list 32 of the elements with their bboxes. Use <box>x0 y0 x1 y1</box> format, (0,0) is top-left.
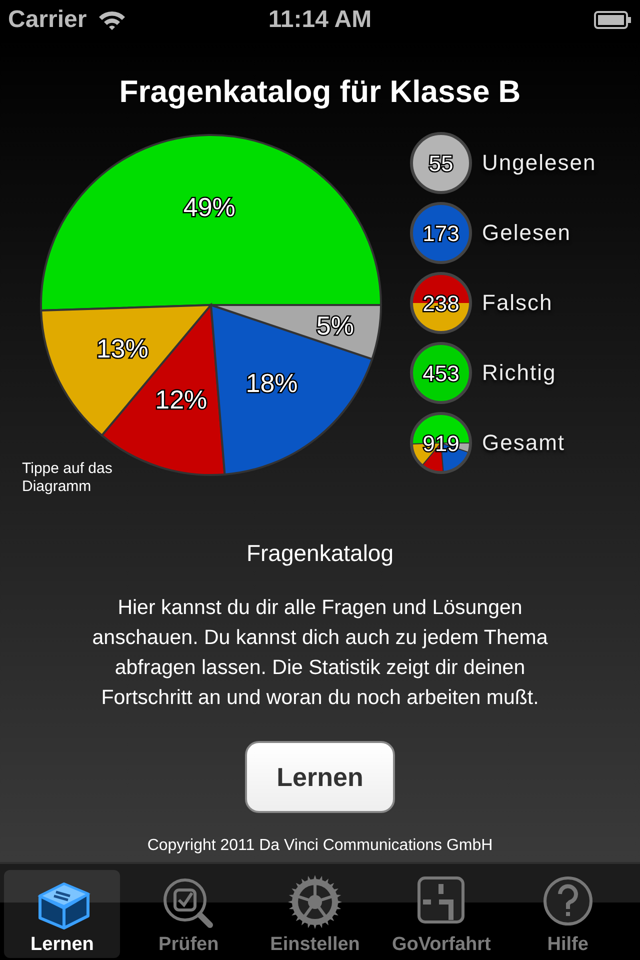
percent-label: 49% <box>183 192 236 222</box>
pie-slice[interactable] <box>40 304 212 436</box>
legend-label: Gesamt <box>482 430 566 456</box>
legend-label: Gelesen <box>482 220 571 246</box>
legend-label: Ungelesen <box>482 150 596 176</box>
tab[interactable]: Hilfe <box>510 870 626 958</box>
learn-button[interactable]: Lernen <box>245 741 395 813</box>
chart-hint: Tippe auf das Diagramm <box>22 460 114 496</box>
pie-slice[interactable] <box>210 304 374 476</box>
count-badge: 173 <box>410 202 472 264</box>
wifi-icon <box>96 9 127 31</box>
section-heading: Fragenkatalog <box>246 540 394 567</box>
battery-icon <box>594 11 632 29</box>
legend-label: Richtig <box>482 360 556 386</box>
screen-title: Fragenkatalog für Klasse B <box>119 74 521 110</box>
tab[interactable]: Einstellen <box>256 870 374 958</box>
copyright-text: Copyright 2011 Da Vinci Communications GmbH <box>147 837 493 855</box>
carrier-name: Carrier <box>8 6 87 34</box>
count-badge: 55 <box>410 132 472 194</box>
pie-slice[interactable] <box>210 304 382 360</box>
description-text: Hier kannst du dir alle Fragen und Lösungen anschauen. Du kannst dich auch zu jedem Thema abfragen lassen. Die Statistik zeigt dir deinen Fortschritt an und woran du noch arbeiten mußt. <box>91 595 549 711</box>
tab[interactable]: Lernen <box>4 870 120 958</box>
percent-label: 13% <box>96 334 148 364</box>
tab[interactable]: Prüfen <box>130 870 247 958</box>
legend-label: Falsch <box>482 290 553 316</box>
pie-slice[interactable] <box>40 134 382 312</box>
count-badge: 453 <box>410 342 472 404</box>
percent-label: 12% <box>155 384 208 414</box>
tab[interactable]: GoVorfahrt <box>383 870 500 958</box>
percent-label: 5% <box>316 310 354 341</box>
clock-time: 11:14 AM <box>268 6 372 34</box>
percent-label: 18% <box>246 368 298 398</box>
